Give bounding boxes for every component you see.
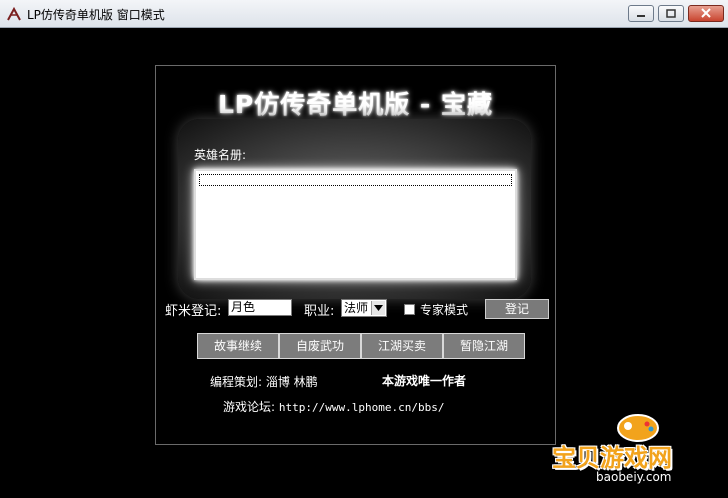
hero-name-input[interactable]: 月色 <box>228 299 292 316</box>
app-icon <box>6 6 22 22</box>
job-label: 职业: <box>304 304 335 319</box>
close-button[interactable] <box>688 5 724 22</box>
job-dropdown-button[interactable] <box>371 301 385 315</box>
abolish-skills-button[interactable]: 自废武功 <box>279 333 361 359</box>
game-client-area: LP仿传奇单机版 - 宝藏 英雄名册: 虾米登记: 月色 职业: 法师 专家模式… <box>0 28 728 484</box>
chevron-down-icon <box>374 305 383 311</box>
job-select[interactable]: 法师 <box>341 299 387 317</box>
job-selected-value: 法师 <box>344 301 369 315</box>
register-button[interactable]: 登记 <box>485 299 549 319</box>
main-panel: LP仿传奇单机版 - 宝藏 英雄名册: 虾米登记: 月色 职业: 法师 专家模式… <box>155 65 556 445</box>
minimize-button[interactable] <box>628 5 654 22</box>
retire-button[interactable]: 暂隐江湖 <box>443 333 525 359</box>
watermark-url: baobeiy.com <box>596 470 672 484</box>
forum-label: 游戏论坛: <box>223 400 276 414</box>
minimize-icon <box>637 15 645 17</box>
hero-roster-list[interactable] <box>194 169 517 280</box>
expert-mode-checkbox[interactable] <box>404 304 415 315</box>
credits-text: 编程策划: 淄博 林鹏 <box>210 375 318 389</box>
app-window: LP仿传奇单机版 窗口模式 LP仿传奇单机版 - 宝藏 英雄名册: 虾米登记: … <box>0 0 728 484</box>
watermark-text: 宝贝游戏网 <box>552 444 672 472</box>
sole-author-text: 本游戏唯一作者 <box>382 374 467 388</box>
forum-line: 游戏论坛: http://www.lphome.cn/bbs/ <box>223 398 444 415</box>
continue-story-button[interactable]: 故事继续 <box>197 333 279 359</box>
roster-selection-focus <box>199 174 512 186</box>
title-bar[interactable]: LP仿传奇单机版 窗口模式 <box>0 0 728 28</box>
forum-url-link[interactable]: http://www.lphome.cn/bbs/ <box>279 401 445 414</box>
game-title: LP仿传奇单机版 - 宝藏 <box>217 90 494 119</box>
trade-button[interactable]: 江湖买卖 <box>361 333 443 359</box>
maximize-button[interactable] <box>658 5 684 22</box>
close-icon <box>701 8 711 18</box>
roster-label: 英雄名册: <box>194 148 247 162</box>
watermark-logo: 宝贝游戏网 baobeiy.com <box>552 408 726 498</box>
window-title: LP仿传奇单机版 窗口模式 <box>27 8 165 22</box>
maximize-icon <box>666 9 676 18</box>
expert-mode-label: 专家模式 <box>420 303 469 317</box>
name-label: 虾米登记: <box>165 304 222 319</box>
